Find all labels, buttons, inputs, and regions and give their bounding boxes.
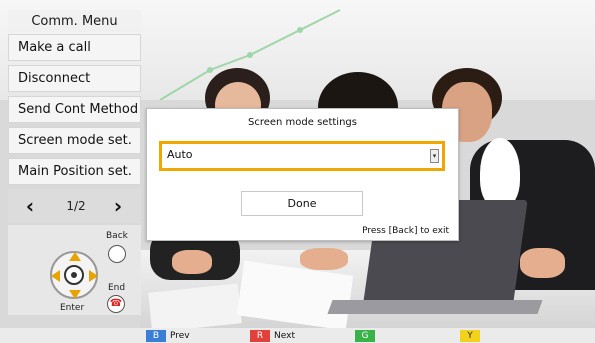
yellow-key-chip: Y	[460, 330, 480, 342]
done-button[interactable]: Done	[241, 191, 363, 216]
yellow-key[interactable]: Y	[460, 330, 484, 342]
blue-key-prev[interactable]: B Prev	[146, 330, 190, 342]
menu-item-make-a-call[interactable]: Make a call	[8, 34, 141, 61]
green-key[interactable]: G	[355, 330, 379, 342]
exit-hint: Press [Back] to exit	[362, 226, 449, 236]
background-laptop-base	[327, 300, 543, 314]
dialog-title: Screen mode settings	[248, 117, 357, 128]
screen-mode-select-value: Auto	[167, 148, 193, 161]
color-key-bar: B Prev R Next G Y	[0, 328, 595, 343]
end-call-icon: ☎	[107, 295, 125, 313]
green-key-chip: G	[355, 330, 375, 342]
comm-menu: Comm. Menu Make a call Disconnect Send C…	[8, 10, 141, 315]
menu-pager: ‹ 1/2 ›	[8, 189, 141, 223]
screen-mode-dialog: Screen mode settings Auto ▾ Done Press […	[146, 108, 459, 241]
red-key-chip: R	[250, 330, 270, 342]
person-hand	[172, 250, 212, 274]
blue-key-label: Prev	[170, 331, 190, 341]
background-chart-graphic	[159, 9, 341, 101]
enter-button-icon	[64, 265, 84, 285]
menu-item-send-cont-method[interactable]: Send Cont Method	[8, 96, 141, 123]
chevron-right-icon[interactable]: ›	[106, 193, 130, 219]
arrow-down-icon	[69, 290, 81, 299]
remote-guide: Back End ☎ Enter	[8, 225, 141, 315]
menu-item-screen-mode-set[interactable]: Screen mode set.	[8, 127, 141, 154]
person-shirt	[480, 138, 520, 208]
back-button-icon	[108, 245, 126, 263]
arrow-right-icon	[89, 270, 98, 282]
arrow-left-icon	[51, 270, 60, 282]
end-label: End	[108, 283, 126, 293]
enter-label: Enter	[60, 303, 85, 313]
page-indicator: 1/2	[66, 199, 86, 213]
back-label: Back	[106, 231, 128, 241]
person-hand	[520, 248, 565, 278]
menu-item-main-position-set[interactable]: Main Position set.	[8, 158, 141, 185]
blue-key-chip: B	[146, 330, 166, 342]
comm-menu-title: Comm. Menu	[8, 10, 141, 32]
red-key-next[interactable]: R Next	[250, 330, 295, 342]
arrow-up-icon	[69, 252, 81, 261]
screen-mode-select[interactable]: Auto ▾	[159, 141, 445, 171]
person-hand	[300, 248, 348, 270]
dropdown-arrow-icon[interactable]: ▾	[430, 149, 439, 163]
dpad-icon	[50, 251, 98, 299]
menu-item-disconnect[interactable]: Disconnect	[8, 65, 141, 92]
chevron-left-icon[interactable]: ‹	[18, 193, 42, 219]
red-key-label: Next	[274, 331, 295, 341]
